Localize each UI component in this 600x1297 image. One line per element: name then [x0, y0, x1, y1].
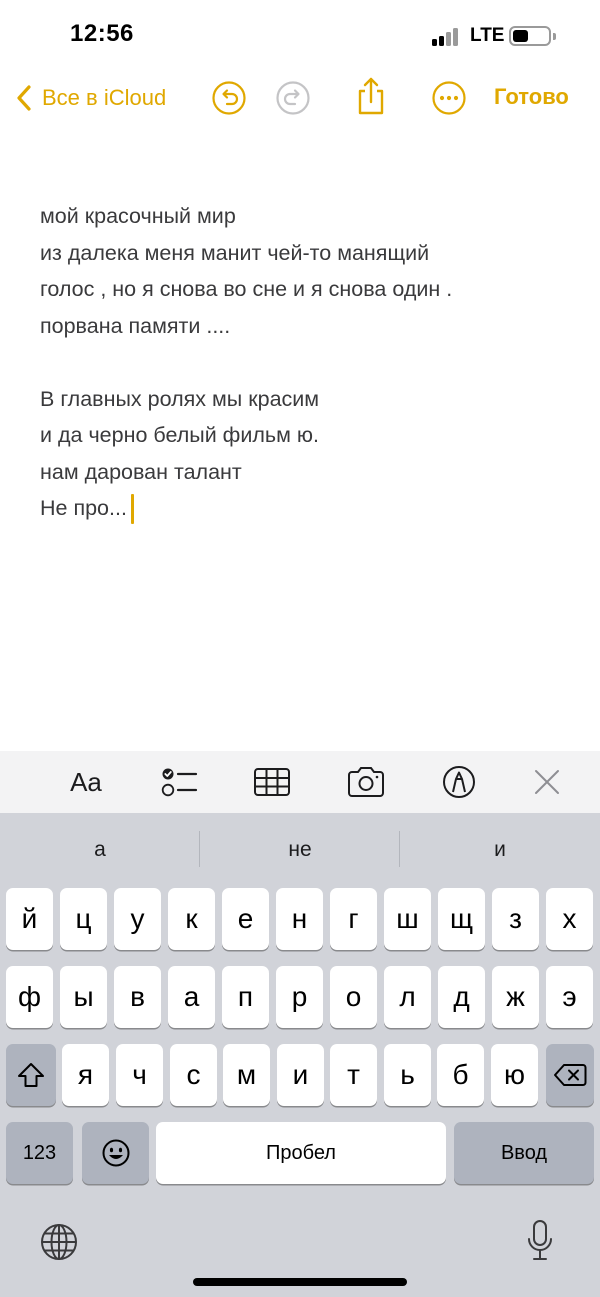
- signal-strength-icon: [432, 28, 462, 46]
- key[interactable]: е: [222, 888, 269, 950]
- key[interactable]: к: [168, 888, 215, 950]
- network-type: LTE: [470, 25, 505, 46]
- suggestion[interactable]: не: [200, 831, 400, 869]
- back-button[interactable]: Все в iCloud: [16, 72, 166, 124]
- key[interactable]: д: [438, 966, 485, 1028]
- note-line: мой красочный мир: [40, 204, 236, 228]
- formatting-toolbar: Aa: [0, 751, 600, 813]
- backspace-key[interactable]: [546, 1044, 594, 1106]
- more-icon[interactable]: [431, 80, 467, 116]
- globe-icon[interactable]: [40, 1223, 78, 1261]
- key[interactable]: п: [222, 966, 269, 1028]
- return-key[interactable]: Ввод: [454, 1122, 594, 1184]
- key[interactable]: х: [546, 888, 593, 950]
- note-line: В главных ролях мы красим: [40, 386, 320, 411]
- note-line: порвана памяти ....: [40, 313, 231, 338]
- undo-icon[interactable]: [211, 80, 247, 116]
- microphone-icon[interactable]: [526, 1219, 554, 1263]
- emoji-key[interactable]: [82, 1122, 149, 1184]
- home-indicator[interactable]: [193, 1278, 407, 1286]
- key[interactable]: с: [170, 1044, 217, 1106]
- note-line: [40, 344, 580, 381]
- key[interactable]: й: [6, 888, 53, 950]
- note-line-text: Не про...: [40, 496, 127, 520]
- suggestion[interactable]: а: [0, 831, 200, 869]
- space-key[interactable]: Пробел: [156, 1122, 446, 1184]
- note-line: и да черно белый фильм ю.: [40, 423, 319, 447]
- shift-icon: [18, 1063, 44, 1087]
- key[interactable]: б: [437, 1044, 484, 1106]
- key[interactable]: а: [168, 966, 215, 1028]
- keyboard: а не и й ц у к е н г ш щ з х ф ы в а п р…: [0, 813, 600, 1297]
- redo-icon[interactable]: [275, 80, 311, 116]
- key[interactable]: р: [276, 966, 323, 1028]
- camera-icon[interactable]: [346, 765, 386, 799]
- status-bar: 12:56 LTE: [0, 0, 600, 72]
- battery-icon: [509, 26, 556, 46]
- key[interactable]: ш: [384, 888, 431, 950]
- markup-icon[interactable]: [441, 765, 477, 799]
- note-line: голос , но я снова во сне и я снова один…: [40, 277, 453, 301]
- key[interactable]: ы: [60, 966, 107, 1028]
- emoji-icon: [102, 1139, 129, 1167]
- key[interactable]: ф: [6, 966, 53, 1028]
- share-icon[interactable]: [353, 76, 389, 116]
- format-icon: Aa: [70, 766, 102, 797]
- key[interactable]: о: [330, 966, 377, 1028]
- note-body[interactable]: мой красочный мир из далека меня манит ч…: [40, 198, 580, 527]
- key[interactable]: щ: [438, 888, 485, 950]
- key[interactable]: в: [114, 966, 161, 1028]
- close-icon[interactable]: [533, 765, 561, 799]
- key[interactable]: м: [223, 1044, 270, 1106]
- note-line: нам дарован талант: [40, 459, 242, 484]
- key[interactable]: и: [277, 1044, 324, 1106]
- key[interactable]: у: [114, 888, 161, 950]
- key[interactable]: ч: [116, 1044, 163, 1106]
- key[interactable]: ц: [60, 888, 107, 950]
- suggestion[interactable]: и: [400, 831, 600, 869]
- key[interactable]: г: [330, 888, 377, 950]
- note-last-line: Не про...: [40, 490, 580, 527]
- numbers-key[interactable]: 123: [6, 1122, 73, 1184]
- key[interactable]: ю: [491, 1044, 538, 1106]
- text-caret: [130, 494, 134, 525]
- checklist-icon[interactable]: [160, 765, 198, 799]
- key[interactable]: я: [62, 1044, 109, 1106]
- note-line: из далека меня манит чей-то манящий: [40, 240, 430, 265]
- shift-key[interactable]: [6, 1044, 56, 1106]
- key[interactable]: з: [492, 888, 539, 950]
- chevron-left-icon: [17, 85, 31, 111]
- key[interactable]: н: [276, 888, 323, 950]
- key[interactable]: ь: [384, 1044, 431, 1106]
- nav-bar: Все в iCloud Готово: [0, 72, 600, 124]
- key[interactable]: л: [384, 966, 431, 1028]
- key[interactable]: э: [546, 966, 593, 1028]
- key[interactable]: ж: [492, 966, 539, 1028]
- status-time: 12:56: [70, 20, 134, 47]
- key[interactable]: т: [330, 1044, 377, 1106]
- backspace-icon: [554, 1064, 587, 1086]
- back-button-label: Все в iCloud: [42, 85, 167, 110]
- table-icon[interactable]: [253, 765, 291, 799]
- done-button[interactable]: Готово: [494, 84, 569, 110]
- format-button[interactable]: Aa: [66, 765, 106, 799]
